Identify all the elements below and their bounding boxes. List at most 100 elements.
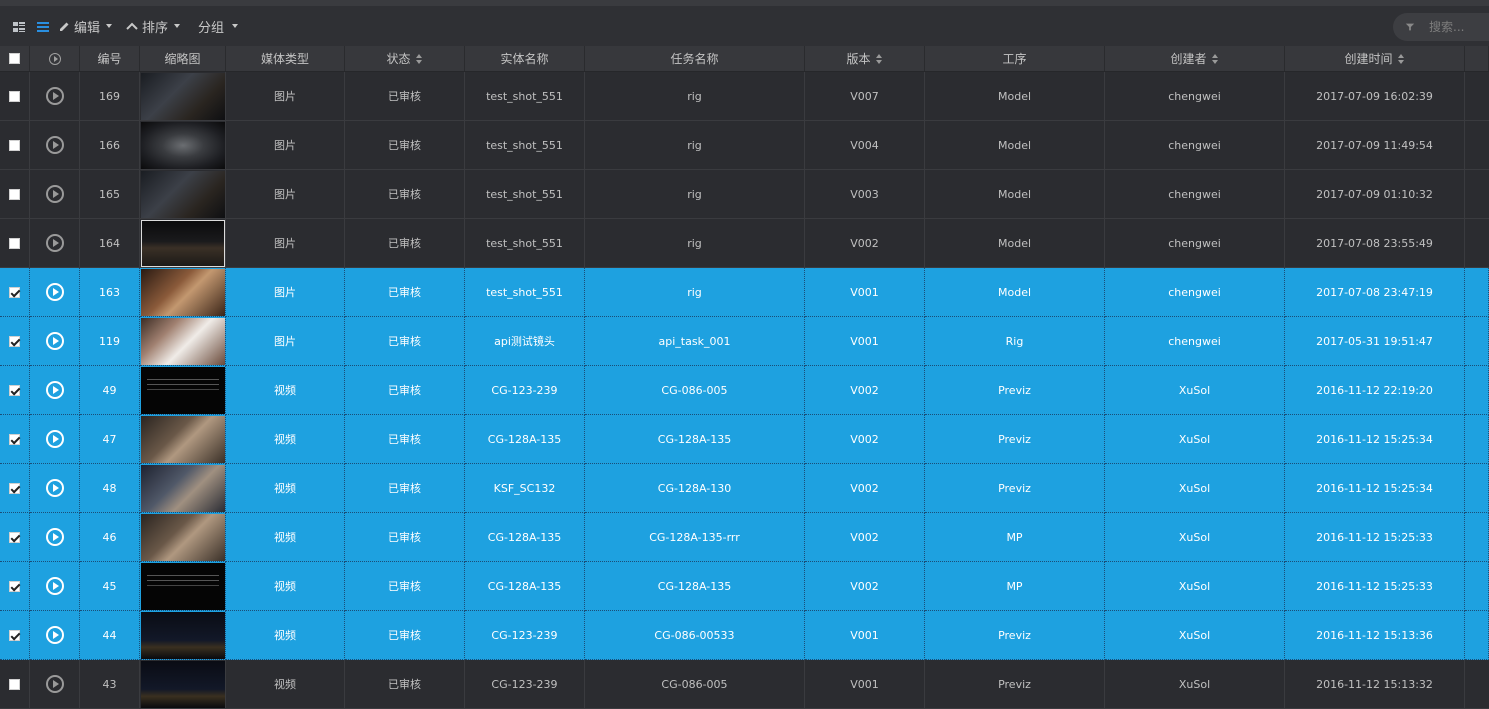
row-checkbox[interactable] bbox=[9, 433, 20, 445]
row-play-cell[interactable] bbox=[30, 415, 80, 464]
row-select-cell[interactable] bbox=[0, 562, 30, 611]
row-play-cell[interactable] bbox=[30, 317, 80, 366]
row-select-cell[interactable] bbox=[0, 72, 30, 121]
table-row[interactable]: 44 视频 已审核 CG-123-239 CG-086-00533 V001 P… bbox=[0, 611, 1489, 660]
row-checkbox[interactable] bbox=[9, 482, 20, 494]
play-icon[interactable] bbox=[45, 234, 64, 252]
table-row[interactable]: 165 图片 已审核 test_shot_551 rig V003 Model … bbox=[0, 170, 1489, 219]
row-thumbnail-cell[interactable] bbox=[140, 121, 226, 170]
play-icon[interactable] bbox=[45, 87, 64, 105]
row-select-cell[interactable] bbox=[0, 121, 30, 170]
header-id[interactable]: 编号 bbox=[80, 46, 140, 71]
play-icon[interactable] bbox=[45, 332, 64, 350]
row-play-cell[interactable] bbox=[30, 464, 80, 513]
play-icon[interactable] bbox=[45, 381, 64, 399]
table-row[interactable]: 49 视频 已审核 CG-123-239 CG-086-005 V002 Pre… bbox=[0, 366, 1489, 415]
row-play-cell[interactable] bbox=[30, 219, 80, 268]
row-checkbox[interactable] bbox=[9, 531, 20, 543]
group-menu-button[interactable]: 分组 bbox=[198, 17, 239, 36]
table-row[interactable]: 48 视频 已审核 KSF_SC132 CG-128A-130 V002 Pre… bbox=[0, 464, 1489, 513]
search-input[interactable] bbox=[1429, 20, 1489, 34]
thumbnail-image[interactable] bbox=[140, 611, 225, 659]
search-box[interactable] bbox=[1393, 13, 1489, 41]
row-play-cell[interactable] bbox=[30, 268, 80, 317]
row-checkbox[interactable] bbox=[9, 384, 20, 396]
sort-menu-button[interactable]: 排序 bbox=[126, 17, 181, 36]
row-thumbnail-cell[interactable] bbox=[140, 660, 226, 709]
row-checkbox[interactable] bbox=[9, 90, 20, 102]
play-icon[interactable] bbox=[45, 577, 64, 595]
edit-menu-button[interactable]: 编辑 bbox=[58, 17, 113, 36]
thumbnail-image[interactable] bbox=[140, 317, 225, 365]
header-creator[interactable]: 创建者 bbox=[1105, 46, 1285, 71]
row-checkbox[interactable] bbox=[9, 629, 20, 641]
row-play-cell[interactable] bbox=[30, 72, 80, 121]
table-row[interactable]: 45 视频 已审核 CG-128A-135 CG-128A-135 V002 M… bbox=[0, 562, 1489, 611]
row-play-cell[interactable] bbox=[30, 660, 80, 709]
thumbnail-image[interactable] bbox=[140, 415, 225, 463]
header-version[interactable]: 版本 bbox=[805, 46, 925, 71]
thumbnail-image[interactable] bbox=[140, 366, 225, 414]
header-entity[interactable]: 实体名称 bbox=[465, 46, 585, 71]
row-thumbnail-cell[interactable] bbox=[140, 611, 226, 660]
header-media-type[interactable]: 媒体类型 bbox=[226, 46, 345, 71]
row-thumbnail-cell[interactable] bbox=[140, 464, 226, 513]
row-thumbnail-cell[interactable] bbox=[140, 219, 226, 268]
row-checkbox[interactable] bbox=[9, 580, 20, 592]
thumbnail-image[interactable] bbox=[140, 268, 225, 316]
play-icon[interactable] bbox=[45, 430, 64, 448]
header-step[interactable]: 工序 bbox=[925, 46, 1105, 71]
sort-icon[interactable] bbox=[875, 53, 883, 64]
row-select-cell[interactable] bbox=[0, 513, 30, 562]
row-play-cell[interactable] bbox=[30, 366, 80, 415]
row-checkbox[interactable] bbox=[9, 139, 20, 151]
row-checkbox[interactable] bbox=[9, 286, 20, 298]
table-row[interactable]: 169 图片 已审核 test_shot_551 rig V007 Model … bbox=[0, 72, 1489, 121]
thumbnail-image[interactable] bbox=[140, 513, 225, 561]
row-play-cell[interactable] bbox=[30, 562, 80, 611]
row-thumbnail-cell[interactable] bbox=[140, 317, 226, 366]
play-icon[interactable] bbox=[45, 626, 64, 644]
header-status[interactable]: 状态 bbox=[345, 46, 465, 71]
row-select-cell[interactable] bbox=[0, 268, 30, 317]
row-checkbox[interactable] bbox=[9, 335, 20, 347]
header-task[interactable]: 任务名称 bbox=[585, 46, 805, 71]
row-play-cell[interactable] bbox=[30, 513, 80, 562]
row-select-cell[interactable] bbox=[0, 317, 30, 366]
thumbnail-image[interactable] bbox=[140, 464, 225, 512]
header-select-all[interactable] bbox=[0, 46, 30, 71]
row-select-cell[interactable] bbox=[0, 219, 30, 268]
thumbnail-image[interactable] bbox=[140, 121, 225, 169]
row-thumbnail-cell[interactable] bbox=[140, 268, 226, 317]
table-row[interactable]: 166 图片 已审核 test_shot_551 rig V004 Model … bbox=[0, 121, 1489, 170]
row-thumbnail-cell[interactable] bbox=[140, 415, 226, 464]
play-icon[interactable] bbox=[45, 283, 64, 301]
play-icon[interactable] bbox=[45, 185, 64, 203]
table-row[interactable]: 164 图片 已审核 test_shot_551 rig V002 Model … bbox=[0, 219, 1489, 268]
row-select-cell[interactable] bbox=[0, 170, 30, 219]
play-icon[interactable] bbox=[45, 136, 64, 154]
thumbnail-image[interactable] bbox=[140, 660, 225, 708]
row-checkbox[interactable] bbox=[9, 237, 20, 249]
row-select-cell[interactable] bbox=[0, 366, 30, 415]
play-icon[interactable] bbox=[45, 479, 64, 497]
row-select-cell[interactable] bbox=[0, 415, 30, 464]
thumbnail-image[interactable] bbox=[140, 562, 225, 610]
table-row[interactable]: 46 视频 已审核 CG-128A-135 CG-128A-135-rrr V0… bbox=[0, 513, 1489, 562]
table-row[interactable]: 43 视频 已审核 CG-123-239 CG-086-005 V001 Pre… bbox=[0, 660, 1489, 709]
row-checkbox[interactable] bbox=[9, 188, 20, 200]
row-thumbnail-cell[interactable] bbox=[140, 72, 226, 121]
row-play-cell[interactable] bbox=[30, 170, 80, 219]
select-all-checkbox[interactable] bbox=[9, 53, 20, 64]
row-play-cell[interactable] bbox=[30, 611, 80, 660]
row-select-cell[interactable] bbox=[0, 611, 30, 660]
play-icon[interactable] bbox=[45, 675, 64, 693]
row-select-cell[interactable] bbox=[0, 464, 30, 513]
table-row[interactable]: 47 视频 已审核 CG-128A-135 CG-128A-135 V002 P… bbox=[0, 415, 1489, 464]
row-thumbnail-cell[interactable] bbox=[140, 366, 226, 415]
table-row[interactable]: 163 图片 已审核 test_shot_551 rig V001 Model … bbox=[0, 268, 1489, 317]
header-created[interactable]: 创建时间 bbox=[1285, 46, 1465, 71]
sort-icon[interactable] bbox=[415, 53, 423, 64]
thumbnail-image[interactable] bbox=[140, 72, 225, 120]
row-thumbnail-cell[interactable] bbox=[140, 562, 226, 611]
